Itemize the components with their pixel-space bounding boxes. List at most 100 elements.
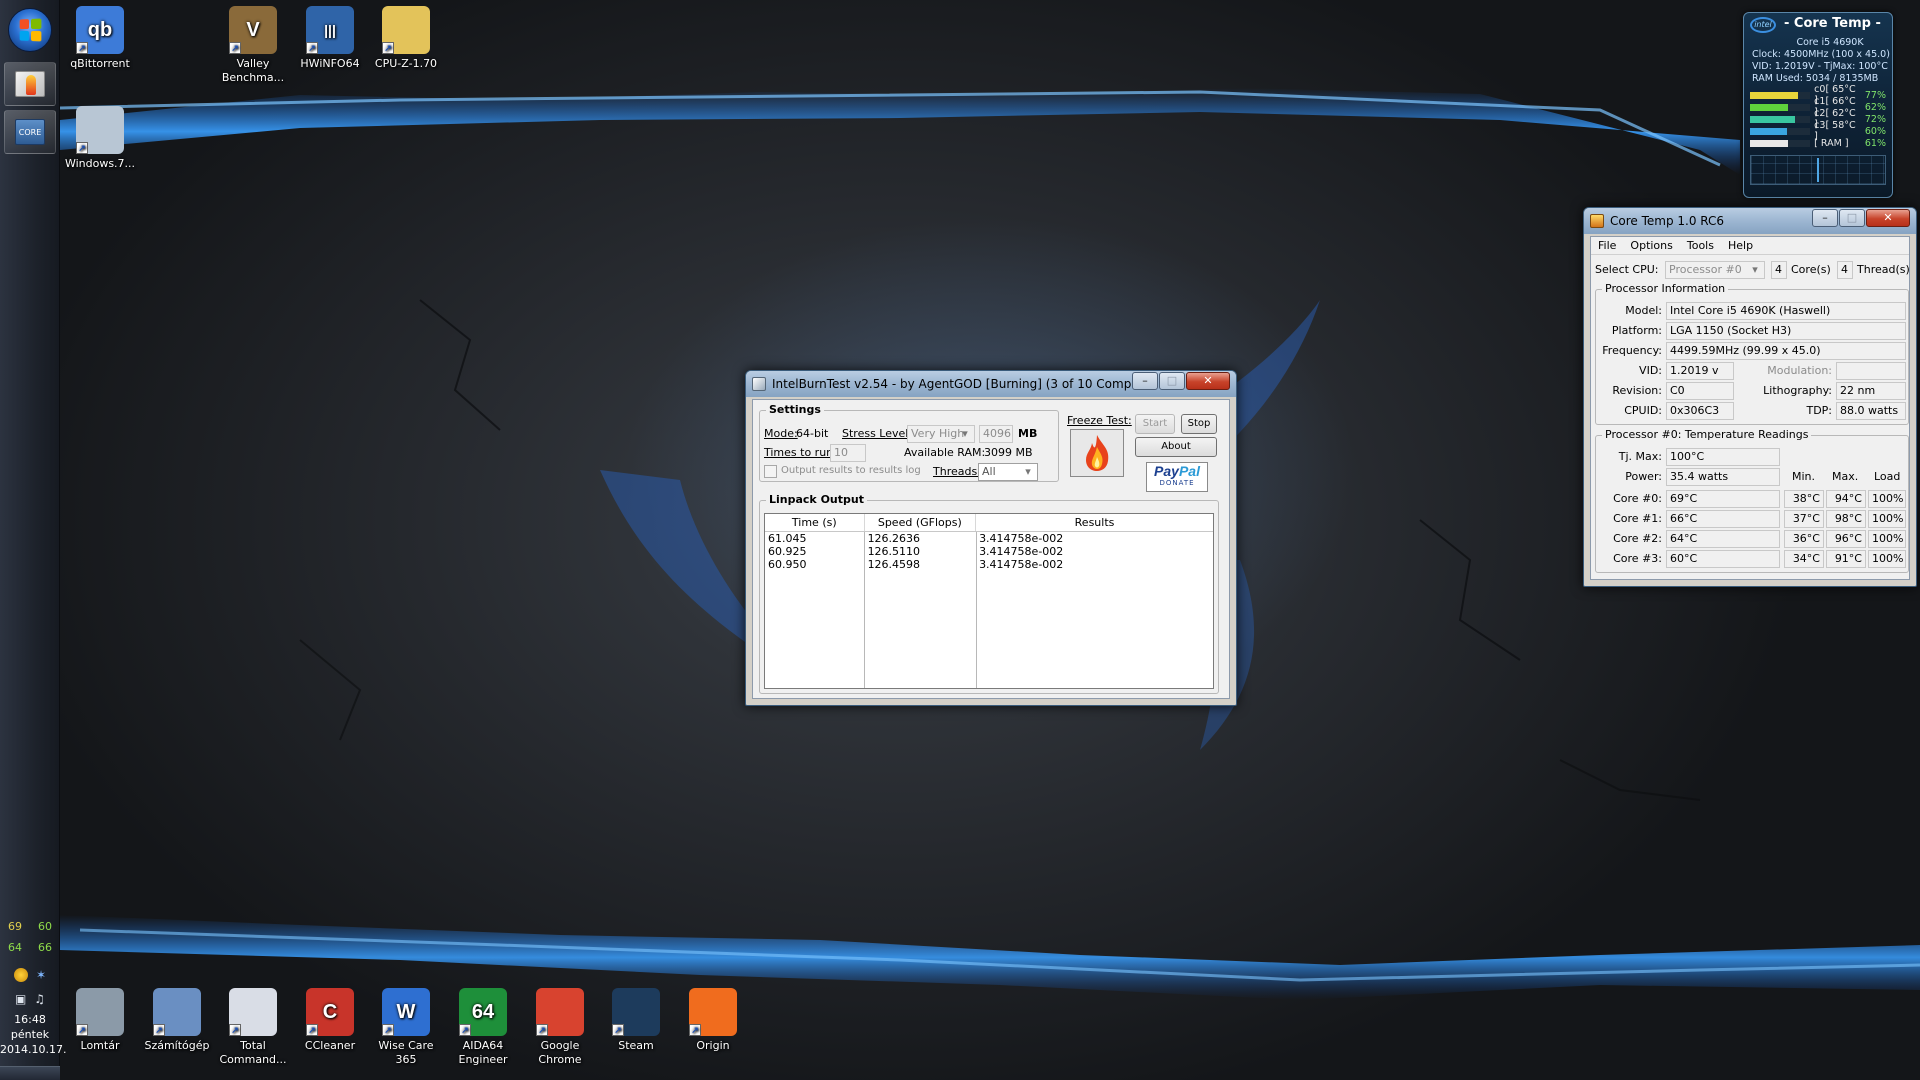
shortcut-arrow-icon: ↗ bbox=[306, 1024, 318, 1036]
clock[interactable]: 16:48 péntek 2014.10.17. bbox=[0, 1012, 66, 1057]
desktop-icon-qbittorrent[interactable]: qb ↗ qBittorrent bbox=[62, 6, 138, 71]
column-header-time[interactable]: Time (s) bbox=[765, 514, 865, 531]
core-load: 100% bbox=[1868, 530, 1906, 548]
column-divider bbox=[865, 532, 977, 688]
tjmax-value: 100°C bbox=[1666, 448, 1780, 466]
minimize-icon: – bbox=[1142, 374, 1148, 387]
tray-icons-row1: ✶ bbox=[0, 968, 60, 982]
core-min: 36°C bbox=[1784, 530, 1824, 548]
core-load: 100% bbox=[1868, 490, 1906, 508]
minimize-button[interactable]: – bbox=[1812, 209, 1838, 227]
desktop-icon-label: qBittorrent bbox=[70, 57, 130, 70]
output-log-label: Output results to results log bbox=[781, 465, 921, 476]
maximize-button[interactable]: □ bbox=[1839, 209, 1865, 227]
freeze-test-button[interactable] bbox=[1070, 429, 1124, 477]
taskbar-app-coretemp[interactable]: CORE bbox=[4, 110, 56, 154]
times-to-run-field[interactable]: 10 bbox=[830, 444, 866, 462]
paypal-logo-pay: Pay bbox=[1154, 463, 1179, 479]
about-button[interactable]: About bbox=[1135, 437, 1217, 457]
close-button[interactable]: ✕ bbox=[1866, 209, 1910, 227]
gadget-vid: VID: 1.2019V - TjMax: 100°C bbox=[1752, 61, 1888, 72]
shortcut-arrow-icon: ↗ bbox=[382, 42, 394, 54]
output-log-checkbox[interactable] bbox=[764, 465, 777, 478]
model-value: Intel Core i5 4690K (Haswell) bbox=[1666, 302, 1906, 320]
frequency-value: 4499.59MHz (99.99 x 45.0) bbox=[1666, 342, 1906, 360]
intel-logo-icon: intel bbox=[1750, 17, 1776, 33]
show-desktop-button[interactable] bbox=[0, 1066, 60, 1080]
desktop-icon-label: Steam bbox=[618, 1039, 654, 1052]
select-cpu-label: Select CPU: bbox=[1595, 263, 1659, 276]
start-button-ibt[interactable]: Start bbox=[1135, 414, 1175, 434]
ibt-titlebar[interactable]: IntelBurnTest v2.54 - by AgentGOD [Burni… bbox=[746, 371, 1236, 397]
menu-tools[interactable]: Tools bbox=[1680, 237, 1721, 254]
desktop-icon-origin[interactable]: ↗ Origin bbox=[675, 988, 751, 1053]
memory-field[interactable]: 4096 bbox=[979, 425, 1013, 443]
desktop-icon-aida64[interactable]: 64 ↗ AIDA64 Engineer bbox=[445, 988, 521, 1067]
desktop-icon-chrome[interactable]: ↗ Google Chrome bbox=[522, 988, 598, 1067]
vid-label: VID: bbox=[1639, 364, 1662, 377]
column-header-results[interactable]: Results bbox=[976, 514, 1213, 531]
frequency-label: Frequency: bbox=[1602, 344, 1662, 357]
folder-icon: ↗ bbox=[382, 6, 430, 54]
desktop-icon-steam[interactable]: ↗ Steam bbox=[598, 988, 674, 1053]
recycle-bin-icon: ↗ bbox=[76, 988, 124, 1036]
desktop-icon-computer[interactable]: ↗ Számítógép bbox=[139, 988, 215, 1053]
desktop-icon-label: Windows.7... bbox=[64, 157, 136, 170]
threads-select[interactable]: All bbox=[978, 463, 1038, 481]
intelburntest-app-icon bbox=[752, 377, 766, 391]
threads-count: 4 bbox=[1837, 261, 1853, 279]
desktop-icon-label: CCleaner bbox=[304, 1039, 356, 1052]
desktop-icon-recycle-bin[interactable]: ↗ Lomtár bbox=[62, 988, 138, 1053]
desktop-icon-valley-benchmark[interactable]: V ↗ Valley Benchma... bbox=[215, 6, 291, 85]
shortcut-arrow-icon: ↗ bbox=[76, 1024, 88, 1036]
minimize-button[interactable]: – bbox=[1132, 372, 1158, 390]
volume-icon[interactable]: ♫ bbox=[34, 992, 45, 1006]
bluetooth-icon[interactable]: ✶ bbox=[36, 968, 46, 982]
desktop-icon-wise-care[interactable]: W ↗ Wise Care 365 bbox=[368, 988, 444, 1067]
gadget-bar-fill bbox=[1750, 91, 1798, 99]
ct-titlebar[interactable]: Core Temp 1.0 RC6 – □ ✕ bbox=[1584, 208, 1916, 234]
min-header: Min. bbox=[1792, 470, 1816, 483]
desktop-icon-folder[interactable]: ↗ CPU-Z-1.70 bbox=[368, 6, 444, 71]
power-label: Power: bbox=[1625, 470, 1662, 483]
desktop-icon-hwinfo64[interactable]: ||| ↗ HWiNFO64 bbox=[292, 6, 368, 71]
table-cell: 3.414758e-002 bbox=[979, 558, 1064, 571]
computer-icon: ↗ bbox=[153, 988, 201, 1036]
select-cpu-dropdown[interactable]: Processor #0 bbox=[1665, 261, 1765, 279]
stress-level-select[interactable]: Very High bbox=[907, 425, 975, 443]
desktop-icon-total-commander[interactable]: ↗ Total Command... bbox=[215, 988, 291, 1067]
core-temperature: 66°C bbox=[1666, 510, 1780, 528]
linpack-output-table[interactable]: Time (s) Speed (GFlops) Results 61.045 12… bbox=[764, 513, 1214, 689]
menu-file[interactable]: File bbox=[1591, 237, 1623, 254]
notification-icon[interactable] bbox=[13, 968, 28, 982]
processor-information-title: Processor Information bbox=[1602, 282, 1729, 295]
network-icon[interactable]: ▣ bbox=[15, 992, 26, 1006]
intelburntest-window[interactable]: IntelBurnTest v2.54 - by AgentGOD [Burni… bbox=[745, 370, 1237, 706]
desktop-icon-label: Valley Benchma... bbox=[221, 57, 285, 84]
core-load: 100% bbox=[1868, 550, 1906, 568]
desktop-icon-label: Origin bbox=[696, 1039, 730, 1052]
menu-help[interactable]: Help bbox=[1721, 237, 1760, 254]
menu-options[interactable]: Options bbox=[1623, 237, 1679, 254]
paypal-logo-pal: Pal bbox=[1178, 463, 1200, 479]
tray-icons-row2: ▣ ♫ bbox=[0, 992, 60, 1006]
coretemp-window[interactable]: Core Temp 1.0 RC6 – □ ✕ File Options Too… bbox=[1583, 207, 1917, 587]
table-cell: 3.414758e-002 bbox=[979, 545, 1064, 558]
desktop-icon-label: Számítógép bbox=[144, 1039, 210, 1052]
paypal-donate-button[interactable]: PayPal DONATE bbox=[1146, 462, 1208, 492]
core-label: Core #2: bbox=[1613, 532, 1662, 545]
desktop-icon-ccleaner[interactable]: C ↗ CCleaner bbox=[292, 988, 368, 1053]
desktop-icon-windows7-file[interactable]: ↗ Windows.7... bbox=[62, 106, 138, 171]
taskbar-app-intelburntest[interactable] bbox=[4, 62, 56, 106]
maximize-button[interactable]: □ bbox=[1159, 372, 1185, 390]
mode-value: 64-bit bbox=[796, 427, 829, 440]
close-button[interactable]: ✕ bbox=[1186, 372, 1230, 390]
gadget-bar-fill bbox=[1750, 127, 1788, 135]
coretemp-gadget[interactable]: intel - Core Temp - Core i5 4690K Clock:… bbox=[1743, 12, 1893, 198]
gadget-bar-percent: 62% bbox=[1864, 101, 1886, 113]
stop-button[interactable]: Stop bbox=[1181, 414, 1217, 434]
modulation-value bbox=[1836, 362, 1906, 380]
start-button[interactable] bbox=[8, 8, 52, 52]
gadget-bar-percent: 61% bbox=[1864, 137, 1886, 149]
column-header-speed[interactable]: Speed (GFlops) bbox=[865, 514, 977, 531]
